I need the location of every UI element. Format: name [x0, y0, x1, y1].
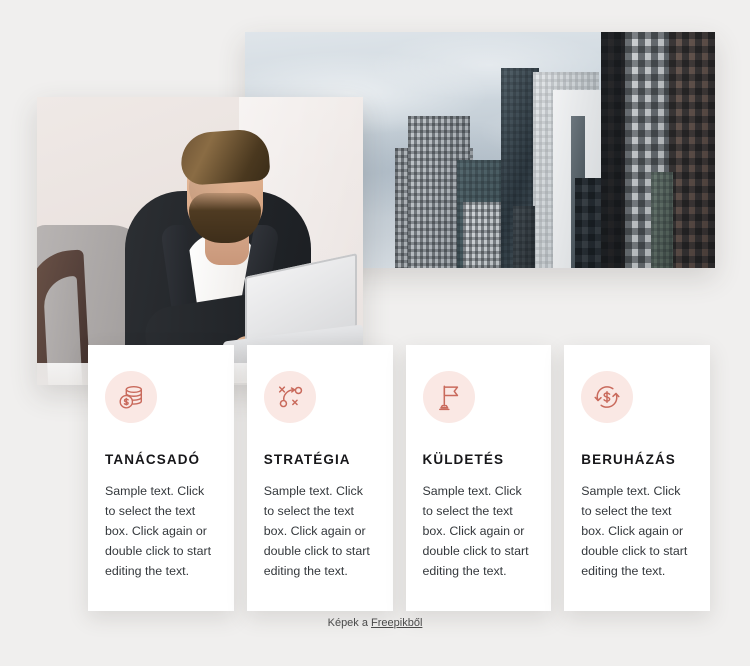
card-text: Sample text. Click to select the text bo… [422, 484, 529, 579]
card-text: Sample text. Click to select the text bo… [581, 484, 688, 579]
feature-card-list: TANÁCSADÓ Sample text. Click to select t… [88, 345, 710, 612]
feature-card-beruhazas[interactable]: BERUHÁZÁS Sample text. Click to select t… [564, 345, 710, 612]
page-root: TANÁCSADÓ Sample text. Click to select t… [0, 0, 750, 666]
coin-stack-dollar-icon [105, 371, 157, 423]
attribution-prefix: Képek a [327, 617, 372, 629]
card-text: Sample text. Click to select the text bo… [263, 484, 370, 579]
feature-card-kuldetes[interactable]: KÜLDETÉS Sample text. Click to select th… [405, 345, 552, 612]
building-narrow-dark [513, 206, 535, 268]
feature-card-tanacsado[interactable]: TANÁCSADÓ Sample text. Click to select t… [88, 345, 234, 612]
image-attribution: Képek a Freepikből [0, 617, 750, 629]
strategy-playbook-icon [263, 371, 316, 423]
freepik-link[interactable]: Freepikből [371, 617, 422, 629]
building-far-right-brick [669, 32, 715, 268]
building-edge-green [651, 172, 673, 268]
currency-exchange-icon [581, 371, 634, 423]
card-title: BERUHÁZÁS [581, 452, 676, 467]
card-title: STRATÉGIA [263, 452, 351, 467]
card-title: KÜLDETÉS [422, 452, 505, 467]
flag-icon [422, 371, 475, 423]
businessman-photo[interactable] [37, 97, 363, 385]
card-title: TANÁCSADÓ [105, 452, 201, 467]
card-text: Sample text. Click to select the text bo… [105, 484, 212, 579]
feature-card-strategia[interactable]: STRATÉGIA Sample text. Click to select t… [246, 345, 393, 612]
